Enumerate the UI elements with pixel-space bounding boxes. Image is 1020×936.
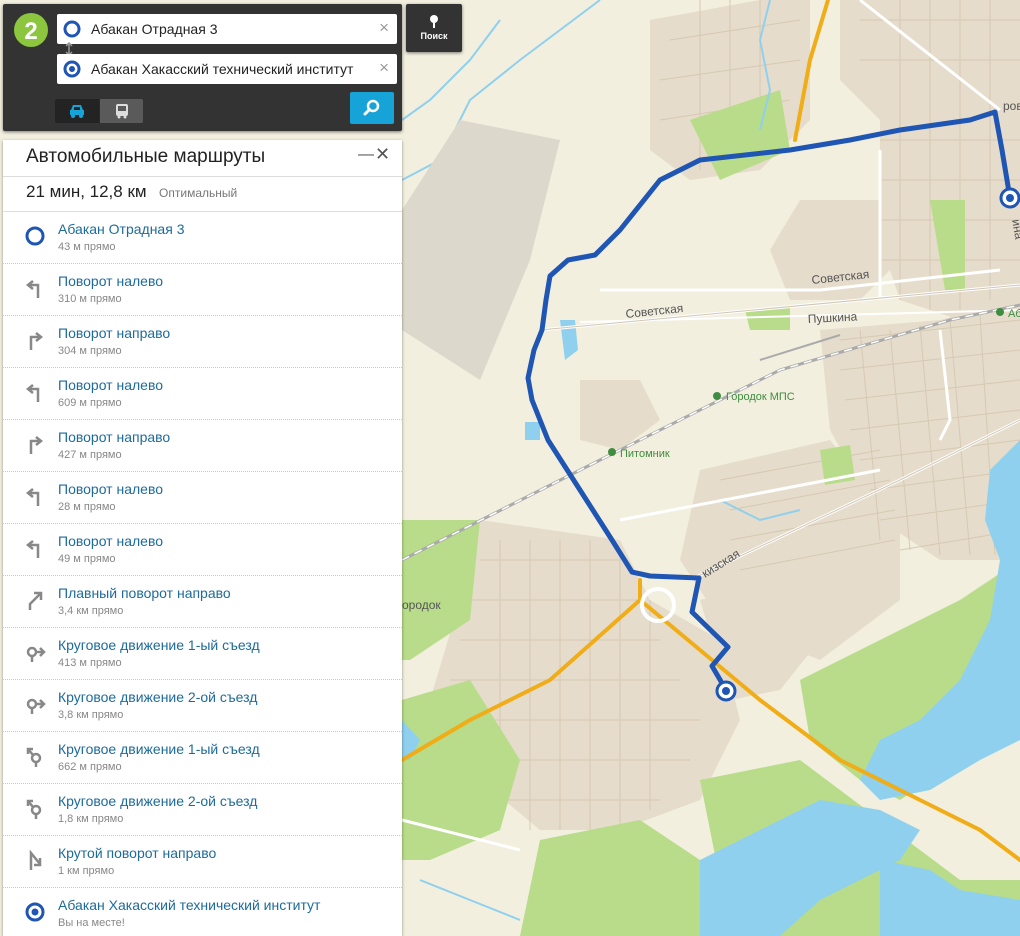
search-icon [363, 99, 380, 116]
map-pin-icon [430, 15, 438, 28]
route-step-distance: 427 м прямо [58, 449, 122, 461]
route-step-title[interactable]: Поворот налево [58, 377, 163, 393]
street-label-pushkina: Пушкина [807, 309, 857, 326]
route-steps-list: Абакан Отрадная 3 43 м прямо Поворот налев… [3, 212, 402, 936]
bus-mode-button[interactable] [99, 99, 143, 123]
route-step-title[interactable]: Абакан Хакасский технический институт [58, 897, 320, 913]
roundabout-icon [26, 646, 46, 662]
route-to-input[interactable]: Абакан Хакасский технический институт [91, 61, 353, 77]
route-step[interactable]: Круговое движение 1-ый съезд 662 м прямо [3, 732, 402, 784]
turn-left-icon [25, 488, 40, 506]
route-step-title[interactable]: Плавный поворот направо [58, 585, 231, 601]
poi-label-pitomnik: Питомник [620, 448, 670, 460]
sharp-right-icon [29, 849, 42, 870]
route-step-distance: 3,4 км прямо [58, 605, 124, 617]
route-end-marker[interactable] [715, 680, 737, 702]
transport-mode-switch [55, 99, 143, 123]
roundabout-icon [26, 698, 46, 714]
route-step-distance: 310 м прямо [58, 293, 122, 305]
bus-icon [116, 104, 128, 119]
turn-right-icon [29, 332, 44, 350]
divider [3, 176, 402, 177]
route-step-title[interactable]: Поворот направо [58, 429, 170, 445]
turn-left-icon [25, 540, 40, 558]
route-search-panel: 2 Абакан Отрадная 3 × Абакан Хакасский т… [3, 4, 402, 131]
district-label-gorodok: ородок [402, 598, 441, 612]
route-step-title[interactable]: Крутой поворот направо [58, 845, 216, 861]
route-step[interactable]: Круговое движение 1-ый съезд 413 м прямо [3, 628, 402, 680]
route-from-input[interactable]: Абакан Отрадная 3 [91, 21, 217, 37]
route-step-distance: 304 м прямо [58, 345, 122, 357]
poi-label-ab: Аб [1008, 308, 1020, 320]
clear-to-icon[interactable]: × [379, 58, 389, 78]
roundabout-left-icon [26, 799, 42, 819]
search-mode-button[interactable]: Поиск [406, 4, 462, 52]
route-step-title[interactable]: Круговое движение 1-ый съезд [58, 741, 260, 757]
close-icon[interactable]: ✕ [375, 145, 390, 163]
car-icon [70, 105, 84, 118]
route-step-distance: 1,8 км прямо [58, 813, 124, 825]
street-label-orova: рова [1003, 99, 1020, 113]
route-step[interactable]: Поворот налево 28 м прямо [3, 472, 402, 524]
route-step-title[interactable]: Поворот направо [58, 325, 170, 341]
clear-from-icon[interactable]: × [379, 18, 389, 38]
start-point-icon [63, 20, 81, 38]
route-step-title[interactable]: Абакан Отрадная 3 [58, 221, 184, 237]
route-step-title[interactable]: Поворот налево [58, 273, 163, 289]
svg-text:2: 2 [24, 18, 37, 45]
turn-right-icon [29, 436, 44, 454]
route-step[interactable]: Абакан Отрадная 3 43 м прямо [3, 212, 402, 264]
route-step-distance: Вы на месте! [58, 917, 125, 929]
end-point-icon [63, 60, 81, 78]
slight-right-icon [28, 591, 43, 610]
route-step-distance: 662 м прямо [58, 761, 122, 773]
route-step[interactable]: Поворот налево 310 м прямо [3, 264, 402, 316]
roundabout-left-icon [26, 747, 42, 767]
start-point-icon [25, 226, 45, 246]
route-step[interactable]: Круговое движение 2-ой съезд 3,8 км прямо [3, 680, 402, 732]
route-step-distance: 43 м прямо [58, 241, 116, 253]
route-step[interactable]: Круговое движение 2-ой съезд 1,8 км прямо [3, 784, 402, 836]
route-step[interactable]: Поворот налево 49 м прямо [3, 524, 402, 576]
station-icon [713, 392, 721, 400]
turn-left-icon [25, 280, 40, 298]
find-route-button[interactable] [350, 92, 394, 124]
route-step-distance: 1 км прямо [58, 865, 115, 877]
turn-left-icon [25, 384, 40, 402]
car-mode-button[interactable] [55, 99, 99, 123]
search-mode-label: Поиск [420, 31, 448, 41]
route-to-field[interactable]: Абакан Хакасский технический институт × [57, 54, 397, 84]
route-step-distance: 49 м прямо [58, 553, 116, 565]
route-step-distance: 3,8 км прямо [58, 709, 124, 721]
route-step-distance: 609 м прямо [58, 397, 122, 409]
route-step-distance: 28 м прямо [58, 501, 116, 513]
route-step[interactable]: Плавный поворот направо 3,4 км прямо [3, 576, 402, 628]
route-step[interactable]: Поворот направо 304 м прямо [3, 316, 402, 368]
directions-title: Автомобильные маршруты [26, 146, 266, 167]
directions-panel: Автомобильные маршруты — ✕ 21 мин, 12,8 … [3, 140, 402, 936]
route-step-distance: 413 м прямо [58, 657, 122, 669]
route-step[interactable]: Поворот налево 609 м прямо [3, 368, 402, 420]
route-from-field[interactable]: Абакан Отрадная 3 × [57, 14, 397, 44]
route-step-title[interactable]: Круговое движение 1-ый съезд [58, 637, 260, 653]
poi-gorodok-mps[interactable]: Городок МПС [713, 391, 795, 403]
2gis-logo-icon[interactable]: 2 [13, 12, 49, 48]
route-type-badge: Оптимальный [159, 186, 238, 200]
minimize-icon[interactable]: — [358, 147, 374, 163]
route-duration-distance: 21 мин, 12,8 км [26, 182, 147, 201]
route-start-marker[interactable] [999, 187, 1020, 209]
route-step-title[interactable]: Поворот налево [58, 481, 163, 497]
poi-label-gorodok-mps: Городок МПС [726, 391, 795, 403]
end-point-icon [25, 902, 45, 922]
route-step[interactable]: Крутой поворот направо 1 км прямо [3, 836, 402, 888]
route-step-title[interactable]: Круговое движение 2-ой съезд [58, 793, 257, 809]
route-step[interactable]: Абакан Хакасский технический институт Вы … [3, 888, 402, 936]
route-step[interactable]: Поворот направо 427 м прямо [3, 420, 402, 472]
station-icon [996, 308, 1004, 316]
route-step-title[interactable]: Поворот налево [58, 533, 163, 549]
route-summary: 21 мин, 12,8 км Оптимальный [26, 182, 237, 202]
station-icon [608, 448, 616, 456]
route-step-title[interactable]: Круговое движение 2-ой съезд [58, 689, 257, 705]
